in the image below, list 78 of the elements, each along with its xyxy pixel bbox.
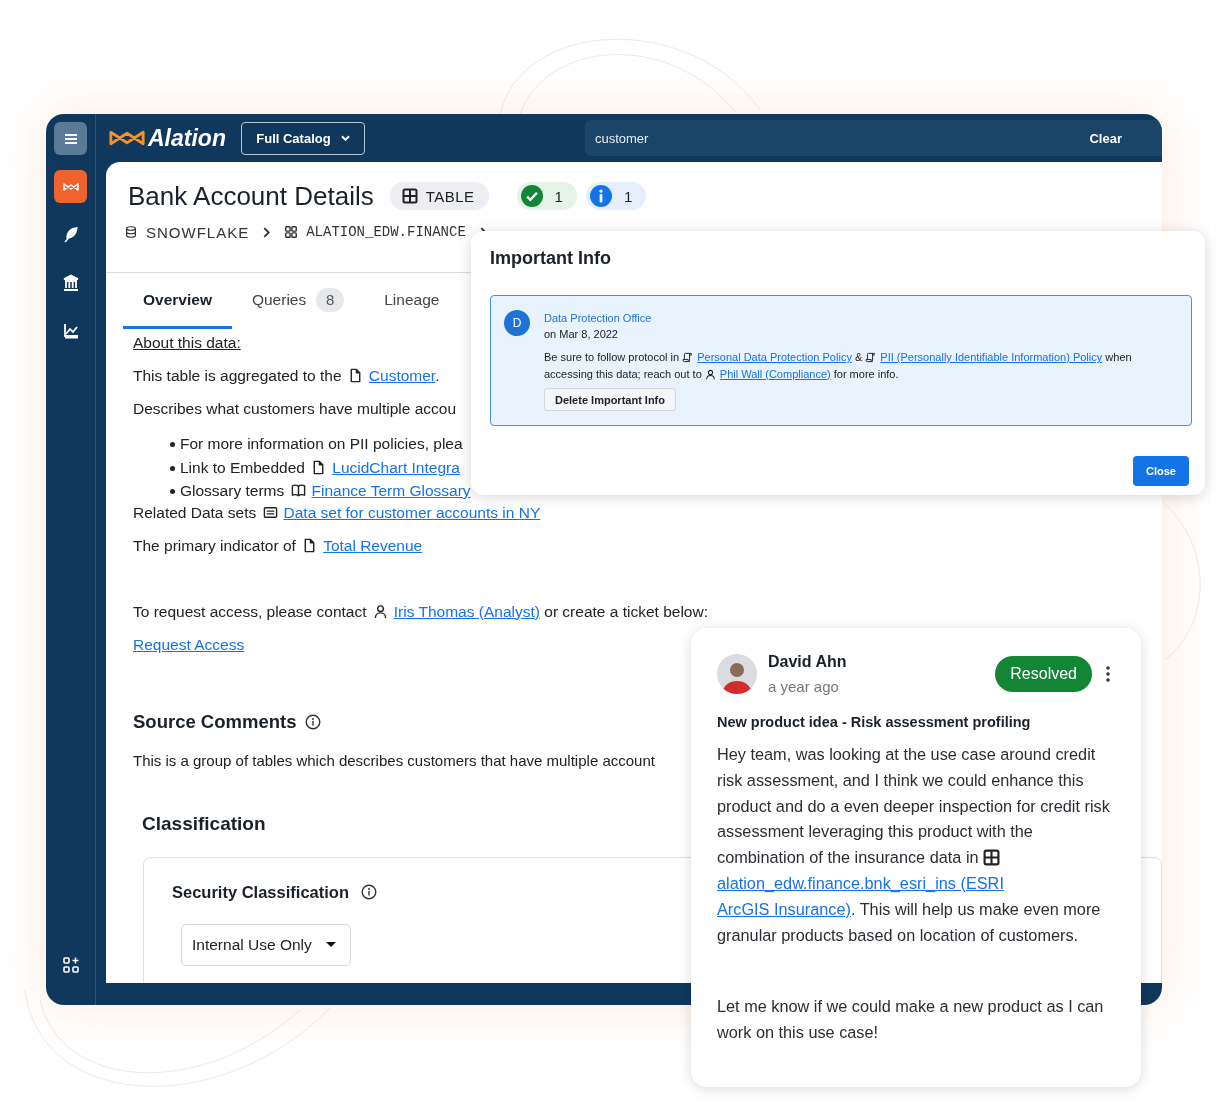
scroll-icon <box>682 352 694 363</box>
apps-icon <box>60 954 81 975</box>
person-icon <box>704 369 716 380</box>
link[interactable]: Personal Data Protection Policy <box>697 351 852 363</box>
status-badge[interactable]: 1 <box>585 182 647 210</box>
link[interactable]: Finance Term Glossary <box>311 482 471 499</box>
more-options-icon[interactable] <box>1105 664 1111 683</box>
count-badge: 8 <box>316 287 345 312</box>
list-item-text: For more information on PII policies, plea <box>180 434 463 454</box>
bullet-icon <box>170 465 175 471</box>
status-badge[interactable]: 1 <box>516 182 577 210</box>
description-text: Describes what customers have multiple accou <box>133 399 457 419</box>
author-link[interactable]: Data Protection Office <box>544 310 652 326</box>
link[interactable]: PII (Personally Identifiable Information) Policy <box>880 351 1103 363</box>
classification-dropdown[interactable]: Internal Use Only <box>181 923 351 966</box>
tab[interactable]: Overview <box>123 273 232 329</box>
avatar-initial: D <box>504 310 530 336</box>
tab[interactable]: Lineage <box>364 273 460 329</box>
breadcrumb-link[interactable]: ALATION_EDW.FINANCE <box>284 224 466 240</box>
description-text: The primary indicator of Total Revenue <box>133 535 423 556</box>
bowtie-logo-icon <box>108 128 146 148</box>
link[interactable]: Phil Wall (Compliance) <box>719 368 831 380</box>
link[interactable]: LucidChart Integra <box>332 458 460 476</box>
link[interactable]: alation_edw.finance.bnk_esri_ins (ESRI <box>717 874 1004 892</box>
status-badge: Resolved <box>995 655 1092 692</box>
bullet-icon <box>170 489 175 494</box>
close-button[interactable]: Close <box>1133 456 1189 486</box>
scroll-icon <box>865 352 877 363</box>
clear-button[interactable]: Clear <box>1089 130 1122 146</box>
note-date: on Mar 8, 2022 <box>544 327 619 342</box>
caret-icon <box>326 942 336 947</box>
table-icon <box>983 849 1001 867</box>
tab[interactable]: Queries 8 <box>231 273 365 329</box>
dataset-icon <box>262 504 278 520</box>
section-title: Classification <box>142 812 266 835</box>
info-icon <box>589 185 612 207</box>
description-text: This table is aggregated to the Customer. <box>133 366 440 386</box>
link[interactable]: Iris Thomas (Analyst) <box>393 602 540 620</box>
comment-text: Let me know if we could make a new product as I can work on this use case! <box>717 996 1105 1044</box>
comment-subject: New product idea - Risk assessment profiling <box>717 714 1032 730</box>
catalog-dropdown[interactable]: Full Catalog <box>240 121 365 155</box>
database-icon <box>124 225 138 239</box>
description-text: To request access, please contact Iris Thomas (Analyst) or create a ticket below: <box>133 601 708 622</box>
avatar <box>717 653 757 694</box>
list-item-text: Glossary terms Finance Term Glossary <box>180 481 471 501</box>
type-badge: TABLE <box>389 182 489 210</box>
link[interactable]: ArcGIS Insurance) <box>717 899 851 918</box>
author-name: David Ahn <box>768 652 848 672</box>
page-title: Bank Account Details <box>128 180 374 212</box>
dialog-title: Important Info <box>490 248 612 269</box>
breadcrumb-link[interactable]: SNOWFLAKE <box>124 223 250 241</box>
link[interactable]: Total Revenue <box>323 536 423 554</box>
table-icon <box>401 188 418 204</box>
source-comment-text: This is a group of tables which describes customers that have multiple account <box>133 750 655 771</box>
bullet-icon <box>170 442 175 447</box>
link[interactable]: Customer <box>368 367 436 384</box>
chevron-down-icon <box>340 135 350 141</box>
info-icon <box>361 884 377 900</box>
search-field[interactable]: customer Clear <box>584 120 1162 156</box>
check-icon <box>520 185 543 207</box>
section-label: About this data: <box>133 333 241 353</box>
schema-icon <box>284 225 299 239</box>
rail-button[interactable] <box>54 122 87 155</box>
comment-time: a year ago <box>768 678 840 695</box>
rail-button[interactable] <box>54 170 87 203</box>
request-access-link[interactable]: Request Access <box>133 635 245 653</box>
description-text: Related Data sets Data set for customer accounts in NY <box>133 502 541 523</box>
link[interactable]: Data set for customer accounts in NY <box>283 503 541 521</box>
delete-button[interactable]: Delete Important Info <box>544 388 676 411</box>
book-icon <box>290 483 306 498</box>
section-title: Source Comments <box>133 710 297 733</box>
field-label: Security Classification <box>172 882 349 902</box>
logo-text: Alation <box>148 124 226 152</box>
info-icon <box>305 713 322 730</box>
person-icon <box>372 603 388 619</box>
note-text: Be sure to follow protocol in Personal Data Protection Policy & PII (Personally Identifiable Information) Policy when accessing this data; reach out to Phil Wall (Compliance) for more info. <box>544 350 1133 382</box>
comment-text: Hey team, was looking at the use case around credit risk assessment, and I think we could enhance this product and do a even deeper inspection for credit risk assessment leveraging this product with the combination of the insurance data in alation_edw.finance.bnk_esri_ins (ESRI ArcGIS Insurance). This will help us make even more granular products based on location of customers. <box>717 744 1111 946</box>
list-item-text: Link to Embedded LucidChart Integra <box>180 457 460 478</box>
